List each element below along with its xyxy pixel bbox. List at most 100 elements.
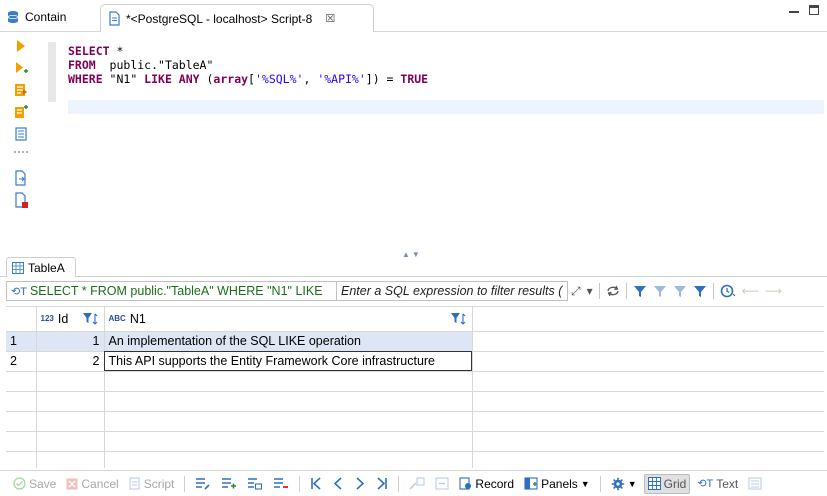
- sql-query-icon: ⟲T: [11, 285, 27, 298]
- edit-row-icon: [195, 477, 211, 490]
- filter-settings-icon[interactable]: [690, 281, 710, 301]
- filter-bar: ⟲T SELECT * FROM public."TableA" WHERE "…: [6, 280, 824, 302]
- table-row[interactable]: 1 1 An implementation of the SQL LIKE op…: [6, 331, 824, 352]
- close-result-tab-icon[interactable]: [13, 192, 29, 208]
- text-view-icon: ⟲T: [697, 478, 714, 490]
- delete-row-icon: [273, 477, 289, 490]
- clear-filter-icon[interactable]: [670, 281, 690, 301]
- execute-script-icon[interactable]: [13, 82, 29, 98]
- code-line-3: WHERE "N1" LIKE ANY (array['%SQL%', '%AP…: [68, 72, 429, 86]
- panel-toggle-icon: [748, 477, 762, 490]
- toggle-panel-button[interactable]: [745, 474, 765, 494]
- copy-row-button[interactable]: [244, 474, 266, 494]
- record-icon: [459, 477, 472, 490]
- forward-arrow-icon[interactable]: ⟶: [762, 281, 785, 301]
- tab-results-tablea[interactable]: TableA: [6, 257, 76, 277]
- table-icon: [12, 261, 24, 274]
- script-icon: [129, 477, 141, 490]
- refresh-filter-icon[interactable]: [603, 281, 623, 301]
- cancel-button[interactable]: Cancel: [63, 474, 121, 494]
- sql-script-icon: [107, 11, 121, 26]
- back-arrow-icon[interactable]: ⟵: [739, 281, 762, 301]
- first-page-button[interactable]: [307, 474, 325, 494]
- execute-statement-icon[interactable]: [13, 38, 29, 54]
- row-number[interactable]: 2: [6, 351, 37, 372]
- column-id-label: Id: [57, 311, 69, 326]
- results-toolbar: Save Cancel Script Record Panels ▼ ▼ Gri…: [0, 470, 827, 496]
- execute-new-tab-icon[interactable]: [13, 60, 29, 76]
- record-button[interactable]: Record: [456, 474, 517, 494]
- sql-editor[interactable]: SELECT * FROM public."TableA" WHERE "N1" L…: [0, 32, 827, 259]
- check-circle-icon: [13, 477, 26, 490]
- column-filter-sort-icon[interactable]: [450, 312, 468, 326]
- auto-refresh-icon[interactable]: [717, 281, 739, 301]
- cell-n1[interactable]: An implementation of the SQL LIKE operat…: [104, 331, 473, 352]
- apply-filter-icon[interactable]: [630, 281, 650, 301]
- maximize-icon[interactable]: [809, 5, 819, 15]
- column-header-n1[interactable]: ABC N1: [104, 307, 473, 332]
- editor-action-gutter: [8, 38, 34, 214]
- text-type-icon: ABC: [108, 314, 126, 324]
- empty-row: [6, 431, 824, 452]
- results-tab-bar: TableA: [0, 257, 827, 277]
- fetch-all-icon: [435, 477, 449, 490]
- table-row[interactable]: 2 2 This API supports the Entity Framewo…: [6, 351, 824, 372]
- minimize-icon[interactable]: [789, 5, 799, 13]
- cell-n1[interactable]: This API supports the Entity Framework C…: [104, 351, 473, 372]
- copy-row-icon: [247, 477, 263, 490]
- explain-plan-icon[interactable]: [13, 126, 29, 142]
- add-row-button[interactable]: [218, 474, 240, 494]
- database-icon: [6, 10, 20, 24]
- filter-expression-input[interactable]: [336, 281, 568, 301]
- close-tab-icon[interactable]: ☒: [325, 12, 335, 25]
- chevron-down-icon: ▼: [580, 478, 590, 489]
- chevron-right-icon: [354, 477, 366, 490]
- load-script-icon[interactable]: [13, 170, 29, 186]
- sql-code[interactable]: SELECT * FROM public."TableA" WHERE "N1" L…: [68, 44, 428, 86]
- panels-button[interactable]: Panels ▼: [521, 474, 593, 494]
- row-number-header[interactable]: [6, 307, 37, 332]
- save-button[interactable]: Save: [10, 474, 59, 494]
- grid-view-button[interactable]: Grid: [643, 473, 691, 494]
- edit-row-button[interactable]: [192, 474, 214, 494]
- active-query-text[interactable]: ⟲T SELECT * FROM public."TableA" WHERE "…: [6, 281, 336, 301]
- grid-empty-header: [472, 307, 824, 332]
- next-page-button[interactable]: [351, 474, 369, 494]
- chevron-down-icon: ▼: [627, 478, 637, 489]
- column-n1-label: N1: [129, 311, 146, 326]
- tab-contain[interactable]: Contain: [6, 6, 66, 28]
- code-line-2: FROM public."TableA": [68, 58, 214, 72]
- settings-button[interactable]: ▼: [608, 474, 640, 494]
- cell-id[interactable]: 1: [36, 331, 105, 352]
- last-page-button[interactable]: [373, 474, 391, 494]
- cell-id[interactable]: 2: [36, 351, 105, 372]
- fetch-next-icon: [409, 477, 425, 490]
- current-line-highlight: [68, 100, 824, 114]
- empty-row: [6, 371, 824, 392]
- first-page-icon: [310, 477, 322, 490]
- remove-filter-icon[interactable]: [650, 281, 670, 301]
- empty-row: [6, 411, 824, 432]
- more-actions-icon[interactable]: [13, 148, 29, 164]
- expand-filter-icon[interactable]: ⤢: [568, 281, 584, 301]
- tab-script-8[interactable]: *<PostgreSQL - localhost> Script-8 ☒: [100, 4, 374, 32]
- results-tab-label: TableA: [28, 260, 65, 275]
- row-number[interactable]: 1: [6, 331, 37, 352]
- results-grid[interactable]: 123 Id ABC N1 1 1 An implementation of t…: [6, 306, 824, 468]
- execute-script-new-tab-icon[interactable]: [13, 104, 29, 120]
- gear-icon: [611, 477, 625, 491]
- previous-page-button[interactable]: [329, 474, 347, 494]
- delete-row-button[interactable]: [270, 474, 292, 494]
- column-header-id[interactable]: 123 Id: [36, 307, 105, 332]
- numeric-type-icon: 123: [40, 314, 54, 324]
- grid-icon: [647, 477, 661, 490]
- fetch-all-button[interactable]: [432, 474, 452, 494]
- column-filter-sort-icon[interactable]: [82, 312, 100, 326]
- last-page-icon: [376, 477, 388, 490]
- filter-history-dropdown-icon[interactable]: ▾: [584, 281, 596, 301]
- panels-icon: [524, 477, 538, 490]
- chevron-left-icon: [332, 477, 344, 490]
- fetch-next-button[interactable]: [406, 474, 428, 494]
- text-view-button[interactable]: ⟲T Text: [694, 474, 741, 494]
- script-button[interactable]: Script: [126, 474, 178, 494]
